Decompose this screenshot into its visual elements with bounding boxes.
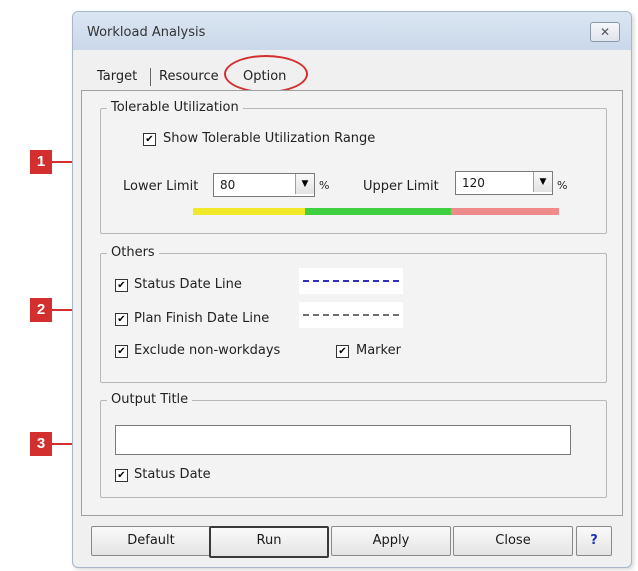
tolerable-utilization-label: Tolerable Utilization	[107, 100, 243, 115]
marker-label: Marker	[356, 343, 401, 358]
help-button[interactable]: ?	[576, 526, 612, 556]
upper-limit-select[interactable]: 120 ▼	[455, 171, 553, 195]
exclude-non-workdays-label: Exclude non-workdays	[134, 343, 281, 358]
callout-2: 2	[30, 298, 52, 322]
status-date-line-swatch[interactable]	[299, 268, 403, 294]
lower-limit-value: 80	[220, 178, 236, 192]
close-window-button[interactable]: ✕	[590, 22, 620, 42]
apply-button[interactable]: Apply	[331, 526, 451, 556]
callout-3: 3	[30, 432, 52, 456]
status-date-line-sample	[303, 280, 399, 282]
check-icon: ✔	[145, 134, 154, 145]
status-date-checkbox[interactable]: ✔	[115, 469, 128, 482]
tab-resource[interactable]: Resource	[153, 64, 225, 90]
output-title-input[interactable]	[115, 425, 571, 455]
show-range-label: Show Tolerable Utilization Range	[163, 131, 376, 146]
tab-option-highlight	[224, 55, 308, 93]
lower-limit-unit: %	[319, 179, 330, 192]
lower-limit-select[interactable]: 80 ▼	[213, 173, 315, 197]
status-date-label: Status Date	[134, 467, 211, 482]
lower-limit-label: Lower Limit	[123, 179, 199, 194]
status-date-line-checkbox[interactable]: ✔	[115, 279, 128, 292]
tab-target[interactable]: Target	[91, 64, 143, 90]
output-title-group: Output Title ✔ Status Date	[100, 392, 607, 498]
check-icon: ✔	[117, 470, 126, 481]
title-bar: Workload Analysis ✕	[73, 12, 631, 50]
others-group: Others ✔ Status Date Line ✔ Plan Finish …	[100, 245, 607, 383]
range-bar-high	[451, 208, 559, 215]
check-icon: ✔	[117, 314, 126, 325]
upper-limit-label: Upper Limit	[363, 179, 439, 194]
close-button[interactable]: Close	[453, 526, 573, 556]
tolerable-utilization-group: Tolerable Utilization ✔ Show Tolerable U…	[100, 100, 607, 234]
check-icon: ✔	[117, 280, 126, 291]
help-icon: ?	[590, 533, 598, 548]
others-label: Others	[107, 245, 159, 260]
chevron-down-icon[interactable]: ▼	[295, 174, 314, 194]
range-bar-low	[193, 208, 305, 215]
close-icon: ✕	[599, 25, 611, 39]
callout-1: 1	[30, 150, 52, 174]
check-icon: ✔	[117, 346, 126, 357]
plan-finish-date-line-swatch[interactable]	[299, 302, 403, 328]
plan-finish-date-line-label: Plan Finish Date Line	[134, 311, 270, 326]
range-bar-mid	[305, 208, 451, 215]
upper-limit-value: 120	[462, 176, 485, 190]
run-button[interactable]: Run	[209, 526, 329, 558]
upper-limit-unit: %	[557, 179, 568, 192]
default-button[interactable]: Default	[91, 526, 211, 556]
check-icon: ✔	[338, 346, 347, 357]
plan-finish-date-line-checkbox[interactable]: ✔	[115, 313, 128, 326]
tab-separator	[150, 68, 151, 86]
option-tab-panel: Tolerable Utilization ✔ Show Tolerable U…	[81, 90, 623, 516]
plan-finish-date-line-sample	[303, 314, 399, 316]
marker-checkbox[interactable]: ✔	[336, 345, 349, 358]
chevron-down-icon[interactable]: ▼	[533, 172, 552, 192]
output-title-label: Output Title	[107, 392, 193, 407]
exclude-non-workdays-checkbox[interactable]: ✔	[115, 345, 128, 358]
window-title: Workload Analysis	[87, 25, 206, 40]
workload-analysis-dialog: Workload Analysis ✕ Target Resource Opti…	[72, 11, 632, 568]
status-date-line-label: Status Date Line	[134, 277, 242, 292]
show-range-checkbox[interactable]: ✔	[143, 133, 156, 146]
